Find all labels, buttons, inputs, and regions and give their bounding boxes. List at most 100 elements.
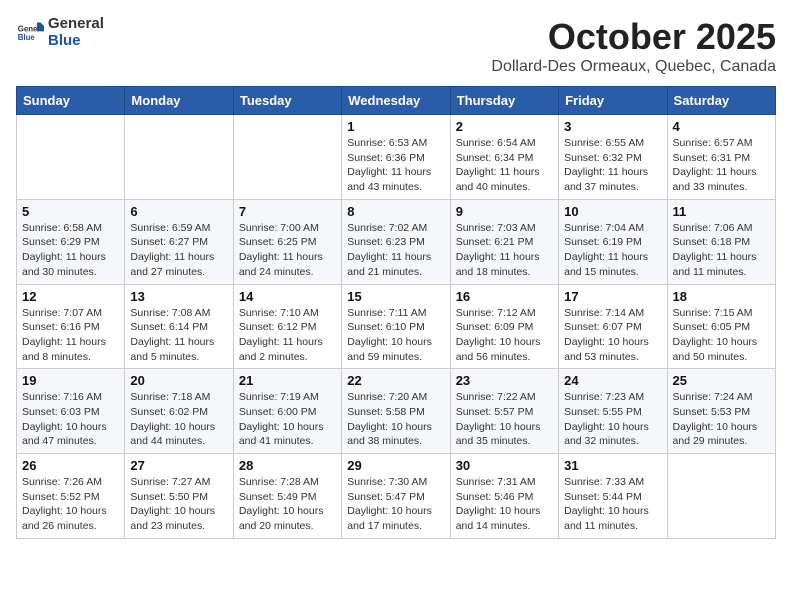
day-number: 14 <box>239 289 336 304</box>
calendar-day-cell: 25 Sunrise: 7:24 AM Sunset: 5:53 PM Dayli… <box>667 369 775 454</box>
calendar-day-cell: 2 Sunrise: 6:54 AM Sunset: 6:34 PM Daylig… <box>450 115 558 200</box>
day-number: 21 <box>239 373 336 388</box>
day-info: Sunrise: 7:30 AM Sunset: 5:47 PM Dayligh… <box>347 475 444 534</box>
day-info: Sunrise: 7:23 AM Sunset: 5:55 PM Dayligh… <box>564 390 661 449</box>
calendar-day-cell: 3 Sunrise: 6:55 AM Sunset: 6:32 PM Daylig… <box>559 115 667 200</box>
day-number: 30 <box>456 458 553 473</box>
calendar-day-cell: 1 Sunrise: 6:53 AM Sunset: 6:36 PM Daylig… <box>342 115 450 200</box>
day-info: Sunrise: 7:06 AM Sunset: 6:18 PM Dayligh… <box>673 221 770 280</box>
calendar-body: 1 Sunrise: 6:53 AM Sunset: 6:36 PM Daylig… <box>17 115 776 539</box>
day-of-week-header: Wednesday <box>342 87 450 115</box>
calendar-day-cell: 22 Sunrise: 7:20 AM Sunset: 5:58 PM Dayli… <box>342 369 450 454</box>
calendar-day-cell: 27 Sunrise: 7:27 AM Sunset: 5:50 PM Dayli… <box>125 454 233 539</box>
calendar-day-cell <box>233 115 341 200</box>
day-info: Sunrise: 7:10 AM Sunset: 6:12 PM Dayligh… <box>239 306 336 365</box>
day-info: Sunrise: 7:16 AM Sunset: 6:03 PM Dayligh… <box>22 390 119 449</box>
location-title: Dollard-Des Ormeaux, Quebec, Canada <box>491 58 776 76</box>
day-number: 19 <box>22 373 119 388</box>
day-number: 5 <box>22 204 119 219</box>
calendar-day-cell: 21 Sunrise: 7:19 AM Sunset: 6:00 PM Dayli… <box>233 369 341 454</box>
day-info: Sunrise: 7:20 AM Sunset: 5:58 PM Dayligh… <box>347 390 444 449</box>
calendar-day-cell: 23 Sunrise: 7:22 AM Sunset: 5:57 PM Dayli… <box>450 369 558 454</box>
calendar-day-cell: 13 Sunrise: 7:08 AM Sunset: 6:14 PM Dayli… <box>125 284 233 369</box>
day-number: 23 <box>456 373 553 388</box>
calendar-day-cell: 19 Sunrise: 7:16 AM Sunset: 6:03 PM Dayli… <box>17 369 125 454</box>
calendar-day-cell: 14 Sunrise: 7:10 AM Sunset: 6:12 PM Dayli… <box>233 284 341 369</box>
month-title: October 2025 <box>491 16 776 58</box>
calendar-day-cell: 16 Sunrise: 7:12 AM Sunset: 6:09 PM Dayli… <box>450 284 558 369</box>
calendar-day-cell: 11 Sunrise: 7:06 AM Sunset: 6:18 PM Dayli… <box>667 199 775 284</box>
calendar-week-row: 19 Sunrise: 7:16 AM Sunset: 6:03 PM Dayli… <box>17 369 776 454</box>
day-number: 4 <box>673 119 770 134</box>
calendar-day-cell: 31Sunrise: 7:33 AM Sunset: 5:44 PM Dayli… <box>559 454 667 539</box>
calendar-header-row: SundayMondayTuesdayWednesdayThursdayFrid… <box>17 87 776 115</box>
day-info: Sunrise: 6:55 AM Sunset: 6:32 PM Dayligh… <box>564 136 661 195</box>
day-info: Sunrise: 7:24 AM Sunset: 5:53 PM Dayligh… <box>673 390 770 449</box>
day-info: Sunrise: 7:00 AM Sunset: 6:25 PM Dayligh… <box>239 221 336 280</box>
calendar-day-cell: 6 Sunrise: 6:59 AM Sunset: 6:27 PM Daylig… <box>125 199 233 284</box>
day-info: Sunrise: 7:18 AM Sunset: 6:02 PM Dayligh… <box>130 390 227 449</box>
day-number: 1 <box>347 119 444 134</box>
day-number: 18 <box>673 289 770 304</box>
day-info: Sunrise: 7:04 AM Sunset: 6:19 PM Dayligh… <box>564 221 661 280</box>
day-number: 6 <box>130 204 227 219</box>
day-info: Sunrise: 6:58 AM Sunset: 6:29 PM Dayligh… <box>22 221 119 280</box>
calendar-day-cell: 9Sunrise: 7:03 AM Sunset: 6:21 PM Daylig… <box>450 199 558 284</box>
logo: General Blue General Blue <box>16 16 104 49</box>
day-number: 25 <box>673 373 770 388</box>
calendar-day-cell: 5 Sunrise: 6:58 AM Sunset: 6:29 PM Daylig… <box>17 199 125 284</box>
title-block: October 2025 Dollard-Des Ormeaux, Quebec… <box>491 16 776 76</box>
day-number: 26 <box>22 458 119 473</box>
calendar-day-cell: 20 Sunrise: 7:18 AM Sunset: 6:02 PM Dayli… <box>125 369 233 454</box>
day-info: Sunrise: 7:07 AM Sunset: 6:16 PM Dayligh… <box>22 306 119 365</box>
svg-text:Blue: Blue <box>18 33 36 42</box>
calendar-week-row: 5 Sunrise: 6:58 AM Sunset: 6:29 PM Daylig… <box>17 199 776 284</box>
calendar-day-cell: 28Sunrise: 7:28 AM Sunset: 5:49 PM Dayli… <box>233 454 341 539</box>
calendar-day-cell <box>125 115 233 200</box>
day-info: Sunrise: 7:33 AM Sunset: 5:44 PM Dayligh… <box>564 475 661 534</box>
day-info: Sunrise: 6:59 AM Sunset: 6:27 PM Dayligh… <box>130 221 227 280</box>
day-number: 27 <box>130 458 227 473</box>
page-header: General Blue General Blue October 2025 D… <box>16 16 776 76</box>
logo-blue-text: Blue <box>48 33 104 50</box>
calendar-table: SundayMondayTuesdayWednesdayThursdayFrid… <box>16 86 776 539</box>
calendar-week-row: 26 Sunrise: 7:26 AM Sunset: 5:52 PM Dayli… <box>17 454 776 539</box>
day-info: Sunrise: 7:22 AM Sunset: 5:57 PM Dayligh… <box>456 390 553 449</box>
day-info: Sunrise: 7:02 AM Sunset: 6:23 PM Dayligh… <box>347 221 444 280</box>
calendar-day-cell: 7 Sunrise: 7:00 AM Sunset: 6:25 PM Daylig… <box>233 199 341 284</box>
day-info: Sunrise: 7:15 AM Sunset: 6:05 PM Dayligh… <box>673 306 770 365</box>
day-number: 13 <box>130 289 227 304</box>
day-of-week-header: Saturday <box>667 87 775 115</box>
day-info: Sunrise: 6:57 AM Sunset: 6:31 PM Dayligh… <box>673 136 770 195</box>
calendar-day-cell: 15Sunrise: 7:11 AM Sunset: 6:10 PM Dayli… <box>342 284 450 369</box>
day-number: 29 <box>347 458 444 473</box>
day-of-week-header: Tuesday <box>233 87 341 115</box>
day-number: 16 <box>456 289 553 304</box>
calendar-week-row: 1 Sunrise: 6:53 AM Sunset: 6:36 PM Daylig… <box>17 115 776 200</box>
day-of-week-header: Sunday <box>17 87 125 115</box>
day-info: Sunrise: 7:19 AM Sunset: 6:00 PM Dayligh… <box>239 390 336 449</box>
day-info: Sunrise: 7:14 AM Sunset: 6:07 PM Dayligh… <box>564 306 661 365</box>
day-info: Sunrise: 7:27 AM Sunset: 5:50 PM Dayligh… <box>130 475 227 534</box>
day-number: 17 <box>564 289 661 304</box>
day-number: 20 <box>130 373 227 388</box>
day-number: 11 <box>673 204 770 219</box>
calendar-week-row: 12Sunrise: 7:07 AM Sunset: 6:16 PM Dayli… <box>17 284 776 369</box>
day-of-week-header: Thursday <box>450 87 558 115</box>
day-of-week-header: Friday <box>559 87 667 115</box>
day-number: 3 <box>564 119 661 134</box>
day-info: Sunrise: 6:54 AM Sunset: 6:34 PM Dayligh… <box>456 136 553 195</box>
day-number: 9 <box>456 204 553 219</box>
day-number: 8 <box>347 204 444 219</box>
day-number: 7 <box>239 204 336 219</box>
day-number: 2 <box>456 119 553 134</box>
day-info: Sunrise: 7:08 AM Sunset: 6:14 PM Dayligh… <box>130 306 227 365</box>
day-number: 15 <box>347 289 444 304</box>
logo-icon: General Blue <box>16 19 44 47</box>
day-number: 22 <box>347 373 444 388</box>
calendar-day-cell: 29 Sunrise: 7:30 AM Sunset: 5:47 PM Dayli… <box>342 454 450 539</box>
day-info: Sunrise: 7:26 AM Sunset: 5:52 PM Dayligh… <box>22 475 119 534</box>
calendar-day-cell: 26 Sunrise: 7:26 AM Sunset: 5:52 PM Dayli… <box>17 454 125 539</box>
day-info: Sunrise: 7:12 AM Sunset: 6:09 PM Dayligh… <box>456 306 553 365</box>
day-info: Sunrise: 6:53 AM Sunset: 6:36 PM Dayligh… <box>347 136 444 195</box>
